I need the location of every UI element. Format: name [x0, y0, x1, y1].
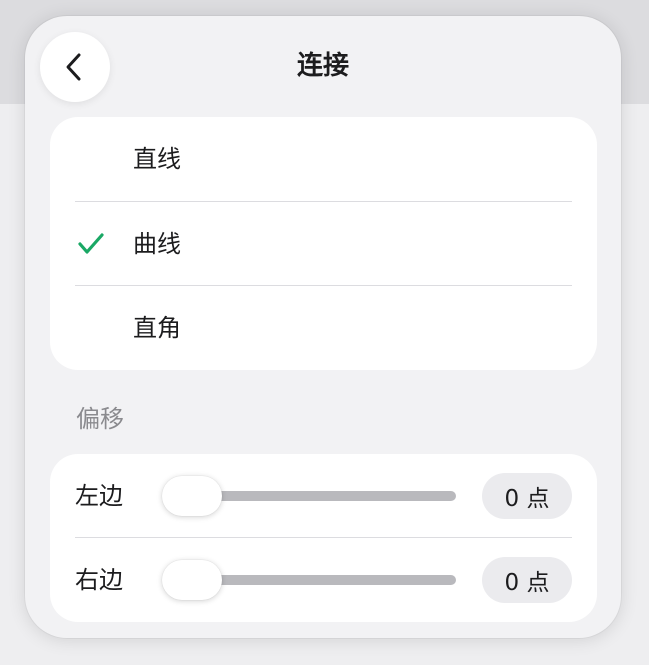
popover-title: 连接: [296, 51, 349, 81]
option-right-angle[interactable]: 直角: [50, 286, 597, 370]
option-straight[interactable]: 直线: [50, 117, 597, 201]
connection-type-list: 直线 曲线 直角: [50, 117, 597, 370]
right-offset-value[interactable]: 0 点: [482, 557, 572, 603]
left-offset-label: 左边: [75, 482, 123, 510]
left-offset-slider[interactable]: [162, 476, 456, 516]
left-offset-row: 左边 0 点: [50, 454, 597, 538]
option-label: 直角: [133, 314, 181, 342]
connection-popover: 连接 直线 曲线 直角 偏移 左边 0 点 右边 0 点: [25, 16, 621, 638]
right-offset-slider[interactable]: [162, 560, 456, 600]
checkmark-icon: [78, 233, 104, 254]
option-curved[interactable]: 曲线: [50, 202, 597, 286]
slider-thumb[interactable]: [162, 560, 222, 600]
right-offset-row: 右边 0 点: [50, 538, 597, 622]
left-offset-value[interactable]: 0 点: [482, 473, 572, 519]
slider-thumb[interactable]: [162, 476, 222, 516]
offset-card: 左边 0 点 右边 0 点: [50, 454, 597, 622]
option-label: 直线: [133, 145, 181, 173]
offset-section-label: 偏移: [76, 405, 124, 433]
option-label: 曲线: [133, 230, 181, 258]
right-offset-label: 右边: [75, 566, 123, 594]
